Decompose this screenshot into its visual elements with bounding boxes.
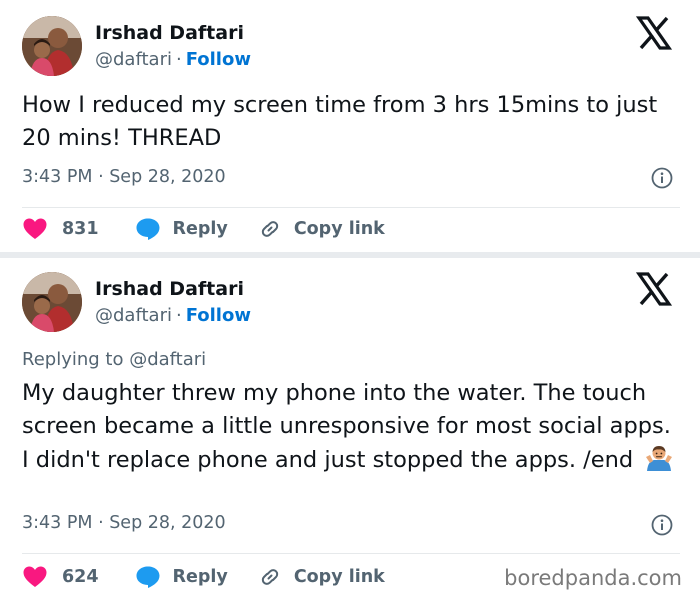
divider [22,553,680,554]
info-icon[interactable] [651,167,673,189]
handle-line: @daftari · Follow [95,49,251,70]
author-name[interactable]: Irshad Daftari [95,278,244,300]
link-icon [261,569,278,585]
reply-bubble-icon [136,218,160,240]
divider [22,207,680,208]
avatar-photo [22,16,82,76]
reply-label: Reply [172,219,228,239]
handle-line: @daftari · Follow [95,305,251,326]
reply-label: Reply [172,567,228,587]
copy-link-button[interactable]: Copy link [258,565,385,589]
separator-dot: · [175,49,182,70]
follow-link[interactable]: Follow [186,49,251,70]
like-button[interactable]: 831 [22,217,99,241]
tweet-text: My daughter threw my phone into the wate… [22,377,682,477]
reply-bubble-icon [136,566,160,588]
replying-to-handle[interactable]: @daftari [129,349,206,370]
like-button[interactable]: 624 [22,565,99,589]
separator-dot: · [175,305,182,326]
tweet-timestamp[interactable]: 3:43 PM · Sep 28, 2020 [22,167,226,187]
like-count: 624 [62,567,99,587]
info-icon[interactable] [651,514,673,536]
copy-link-label: Copy link [293,567,385,587]
tweet-card: Irshad Daftari @daftari · Follow Replying … [0,258,700,604]
x-logo-icon[interactable] [636,272,672,306]
tweet-text-body: My daughter threw my phone into the wate… [22,380,671,473]
tweet-timestamp[interactable]: 3:43 PM · Sep 28, 2020 [22,513,226,533]
person-shrugging-emoji [644,443,674,473]
follow-link[interactable]: Follow [186,305,251,326]
tweet-text: How I reduced my screen time from 3 hrs … [22,92,658,151]
avatar[interactable] [22,272,82,332]
author-name[interactable]: Irshad Daftari [95,22,244,44]
heart-icon [23,566,47,587]
x-logo-icon[interactable] [636,16,672,50]
watermark: boredpanda.com [504,566,682,590]
avatar[interactable] [22,16,82,76]
action-bar: 831 Reply Copy link [22,213,385,245]
reply-button[interactable]: Reply [135,217,228,241]
copy-link-button[interactable]: Copy link [258,217,385,241]
link-icon [261,221,278,237]
replying-to-line: Replying to @daftari [22,349,206,370]
author-handle[interactable]: @daftari [95,49,172,70]
copy-link-label: Copy link [293,219,385,239]
avatar-photo [22,272,82,332]
heart-icon [23,218,47,239]
replying-prefix: Replying to [22,349,130,370]
action-bar: 624 Reply Copy link [22,561,385,593]
tweet-card: Irshad Daftari @daftari · Follow How I red… [0,0,700,252]
like-count: 831 [62,219,99,239]
reply-button[interactable]: Reply [135,565,228,589]
author-handle[interactable]: @daftari [95,305,172,326]
